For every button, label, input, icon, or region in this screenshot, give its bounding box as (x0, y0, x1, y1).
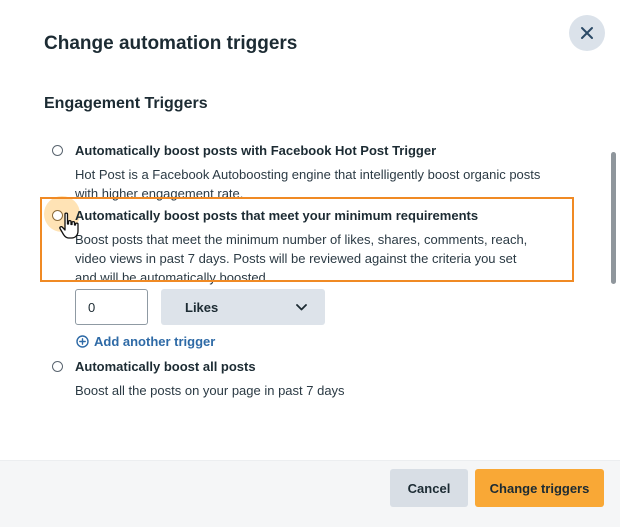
option-label: Automatically boost posts that meet your… (75, 208, 479, 223)
modal-title: Change automation triggers (44, 33, 298, 54)
section-title: Engagement Triggers (44, 95, 208, 112)
metric-dropdown[interactable]: Likes (161, 289, 325, 325)
option-label: Automatically boost posts with Facebook … (75, 143, 437, 158)
close-icon (581, 27, 593, 39)
option-description: Boost all the posts on your page in past… (75, 383, 345, 398)
radio-button[interactable] (52, 145, 63, 156)
plus-circle-icon (76, 335, 89, 348)
metric-dropdown-value: Likes (185, 299, 219, 315)
option-description: Boost posts that meet the minimum number… (75, 232, 528, 285)
scrollbar-thumb[interactable] (611, 152, 616, 284)
hand-pointer-icon (59, 212, 79, 239)
cancel-button[interactable]: Cancel (390, 469, 468, 507)
minimum-count-input[interactable] (75, 289, 148, 325)
change-triggers-button[interactable]: Change triggers (475, 469, 604, 507)
option-description: Hot Post is a Facebook Autoboosting engi… (75, 167, 541, 201)
option-label: Automatically boost all posts (75, 359, 256, 374)
add-trigger-label: Add another trigger (94, 334, 216, 349)
close-button[interactable] (569, 15, 605, 51)
radio-button[interactable] (52, 361, 63, 372)
chevron-down-icon (296, 303, 307, 310)
change-triggers-modal: Change automation triggers Engagement Tr… (0, 0, 620, 527)
add-another-trigger-link[interactable]: Add another trigger (76, 334, 215, 349)
